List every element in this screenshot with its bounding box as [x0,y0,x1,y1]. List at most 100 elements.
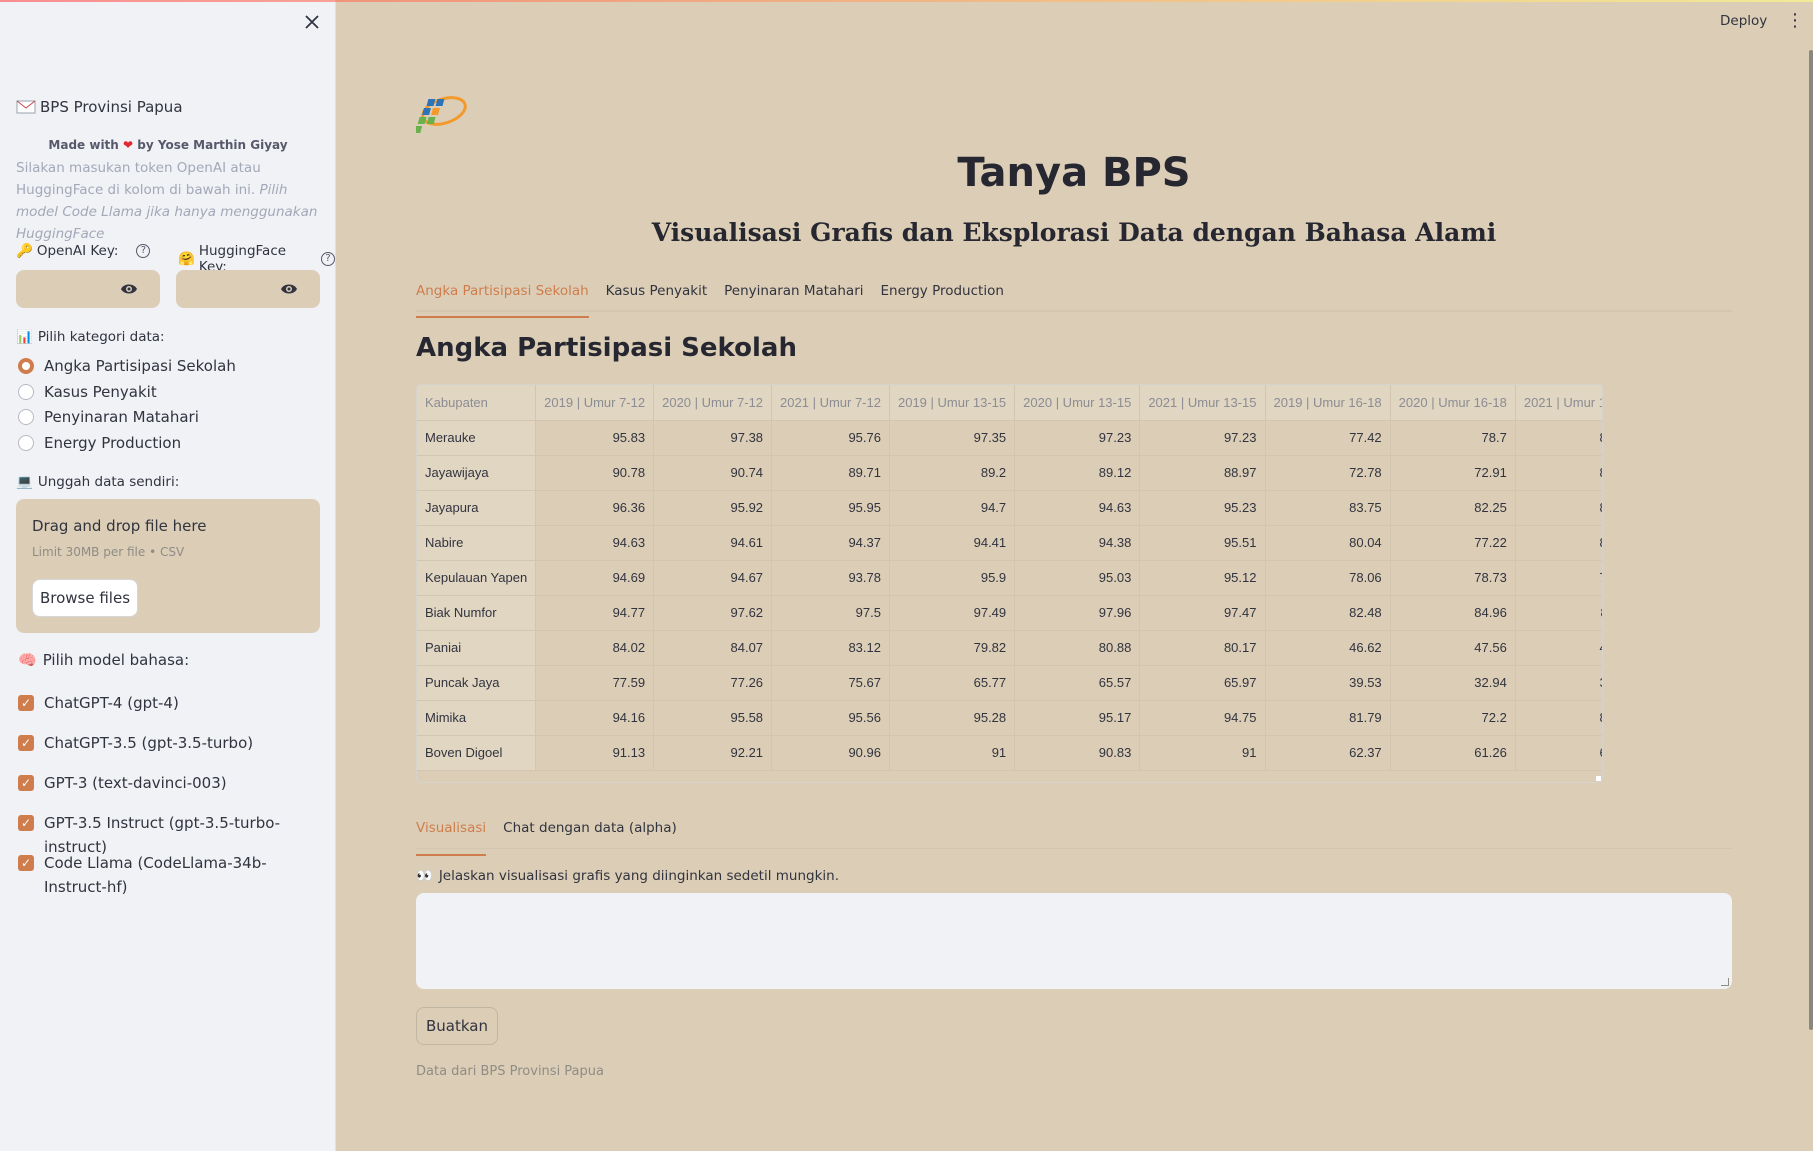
column-header[interactable]: 2021 | Umur 7-12 [771,385,890,421]
checkbox-gpt-4[interactable]: ✓ ChatGPT-4 (gpt-4) [18,691,179,715]
tab-kasus-penyakit[interactable]: Kasus Penyakit [606,278,707,310]
table-cell[interactable]: 97.62 [653,595,773,631]
table-row[interactable]: Puncak Jaya 77.59 77.26 75.67 65.77 65.57 65.9… [417,665,1602,701]
column-header[interactable]: 2019 | Umur 16-18 [1265,385,1391,421]
table-cell[interactable]: 84.07 [653,630,773,666]
table-cell[interactable]: 92.21 [653,735,773,771]
table-row[interactable]: Boven Digoel 91.13 92.21 90.96 91 90.83 91 62.3… [417,735,1602,771]
eye-icon[interactable] [120,280,138,298]
table-cell[interactable]: 78.7 [1390,420,1516,456]
table-cell[interactable]: 95.12 [1139,560,1266,596]
table-cell[interactable]: 77.42 [1265,420,1391,456]
table-cell[interactable]: 32.94 [1390,665,1516,701]
column-header[interactable]: 2021 | Umur 13-15 [1139,385,1266,421]
table-cell[interactable]: 72.2 [1390,700,1516,736]
table-cell[interactable]: 65.57 [1014,665,1141,701]
table-cell[interactable]: 89.2 [889,455,1016,491]
table-cell[interactable]: 84.02 [535,630,655,666]
table-row[interactable]: Biak Numfor 94.77 97.62 97.5 97.49 97.96 97.47… [417,595,1602,631]
column-header[interactable]: Kabupaten [417,385,537,421]
table-cell[interactable]: 97.5 [771,595,890,631]
table-cell[interactable]: 37.65 [1515,665,1602,701]
table-row[interactable]: Nabire 94.63 94.61 94.37 94.41 94.38 95.51 80.0… [417,525,1602,561]
table-cell[interactable]: 97.96 [1014,595,1141,631]
table-cell[interactable]: 89.12 [1014,455,1141,491]
table-row[interactable]: Jayapura 96.36 95.92 95.95 94.7 94.63 95.23 83.… [417,490,1602,526]
table-resize-handle[interactable] [1596,776,1601,781]
more-vertical-icon[interactable]: ⋮ [1786,12,1804,30]
visualization-prompt-textarea[interactable] [416,893,1732,989]
table-cell[interactable]: 84.32 [1515,490,1602,526]
table-cell[interactable]: 89.71 [771,455,890,491]
table-cell[interactable]: 81.75 [1515,420,1602,456]
table-row[interactable]: Jayawijaya 90.78 90.74 89.71 89.2 89.12 88.97 7… [417,455,1602,491]
checkbox-gpt-3-5-turbo[interactable]: ✓ ChatGPT-3.5 (gpt-3.5-turbo) [18,731,253,755]
table-cell[interactable]: 97.47 [1139,595,1266,631]
file-uploader-dropzone[interactable]: Drag and drop file here Limit 30MB per f… [16,499,320,633]
table-cell[interactable]: 94.7 [889,490,1016,526]
table-cell[interactable]: 83.36 [1515,525,1602,561]
column-header[interactable]: 2020 | Umur 7-12 [653,385,773,421]
table-row[interactable]: Kepulauan Yapen 94.69 94.67 93.78 95.9 95.03 9… [417,560,1602,596]
table-cell[interactable]: 82.25 [1390,490,1516,526]
column-header[interactable]: 2020 | Umur 16-18 [1390,385,1516,421]
table-cell[interactable]: 94.63 [1014,490,1141,526]
table-row-label[interactable]: Nabire [417,525,537,561]
table-cell[interactable]: 94.16 [535,700,655,736]
table-cell[interactable]: 97.35 [889,420,1016,456]
table-cell[interactable]: 94.63 [535,525,655,561]
table-row[interactable]: Mimika 94.16 95.58 95.56 95.28 95.17 94.75 81.7… [417,700,1602,736]
table-cell[interactable]: 95.51 [1139,525,1266,561]
table-cell[interactable]: 78.06 [1265,560,1391,596]
table-row[interactable]: Paniai 84.02 84.07 83.12 79.82 80.88 80.17 46.6… [417,630,1602,666]
table-cell[interactable]: 94.77 [535,595,655,631]
table-cell[interactable]: 97.23 [1139,420,1266,456]
column-header[interactable]: 2019 | Umur 13-15 [889,385,1016,421]
checkbox-code-llama[interactable]: ✓ Code Llama (CodeLlama-34b-Instruct-hf) [18,851,308,899]
table-cell[interactable]: 95.76 [771,420,890,456]
table-cell[interactable]: 46.56 [1515,630,1602,666]
textarea-resize-handle[interactable] [1721,978,1729,986]
table-cell[interactable]: 82.48 [1265,595,1391,631]
table-cell[interactable]: 83.12 [771,630,890,666]
help-icon[interactable]: ? [136,244,151,258]
table-cell[interactable]: 89.11 [1515,595,1602,631]
table-cell[interactable]: 95.58 [653,700,773,736]
table-cell[interactable]: 72.78 [1265,455,1391,491]
table-cell[interactable]: 62.37 [1265,735,1391,771]
table-cell[interactable]: 78.73 [1390,560,1516,596]
table-cell[interactable]: 90.83 [1014,735,1141,771]
tab-visualisasi[interactable]: Visualisasi [416,815,487,856]
table-cell[interactable]: 91 [889,735,1016,771]
table-cell[interactable]: 80.17 [1139,630,1266,666]
radio-option-angka-partisipasi[interactable]: Angka Partisipasi Sekolah [18,357,236,375]
column-header[interactable]: 2020 | Umur 13-15 [1014,385,1141,421]
deploy-button[interactable]: Deploy [1720,13,1767,29]
table-cell[interactable]: 46.62 [1265,630,1391,666]
table-cell[interactable]: 97.23 [1014,420,1141,456]
tab-chat-dengan-data[interactable]: Chat dengan data (alpha) [503,815,677,848]
table-cell[interactable]: 80.88 [1014,630,1141,666]
table-row[interactable]: Merauke 95.83 97.38 95.76 97.35 97.23 97.23 77.… [417,420,1602,456]
table-row-label[interactable]: Jayawijaya [417,455,537,491]
table-cell[interactable]: 80.04 [1265,525,1391,561]
table-cell[interactable]: 62.02 [1515,735,1602,771]
table-cell[interactable]: 75.67 [771,665,890,701]
table-cell[interactable]: 94.41 [889,525,1016,561]
table-row-label[interactable]: Paniai [417,630,537,666]
table-cell[interactable]: 91.13 [535,735,655,771]
table-cell[interactable]: 61.26 [1390,735,1516,771]
table-cell[interactable]: 97.49 [889,595,1016,631]
table-cell[interactable]: 93.78 [771,560,890,596]
checkbox-text-davinci-003[interactable]: ✓ GPT-3 (text-davinci-003) [18,771,227,795]
table-cell[interactable]: 39.53 [1265,665,1391,701]
close-sidebar-button[interactable] [302,14,322,34]
table-cell[interactable]: 95.92 [653,490,773,526]
table-row-label[interactable]: Kepulauan Yapen [417,560,537,596]
table-cell[interactable]: 77.26 [653,665,773,701]
scrollbar[interactable] [1809,50,1813,1030]
table-cell[interactable]: 65.77 [889,665,1016,701]
help-icon[interactable]: ? [321,252,335,266]
table-cell[interactable]: 95.95 [771,490,890,526]
tab-energy-production[interactable]: Energy Production [881,278,1004,310]
